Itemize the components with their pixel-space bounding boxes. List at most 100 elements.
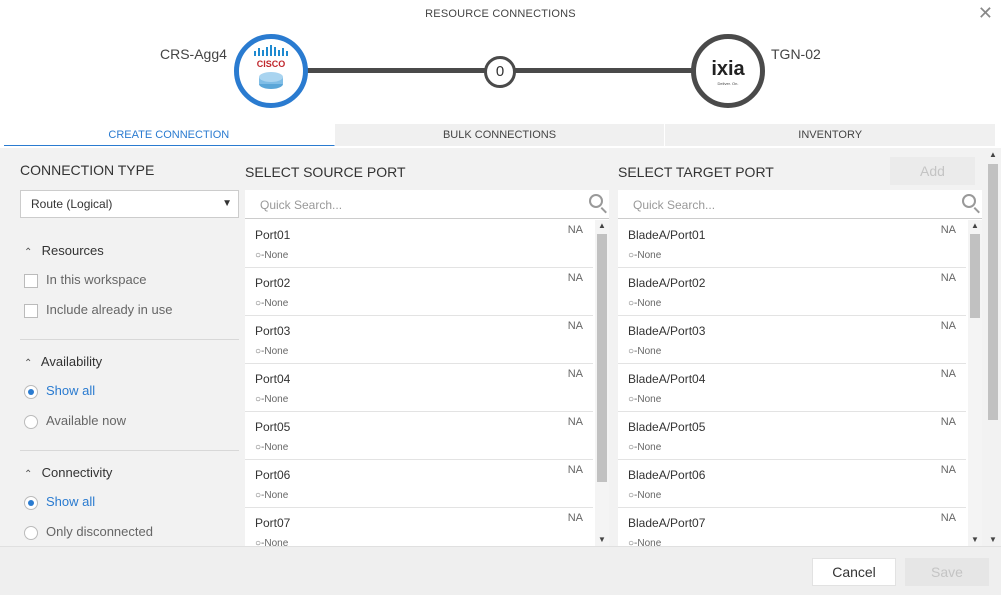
connection-type-select[interactable]: Route (Logical) ▼ <box>20 190 239 218</box>
target-port-row[interactable]: BladeA/Port01 NA ○-None <box>618 220 966 268</box>
connectivity-group-toggle[interactable]: ⌃ Connectivity <box>24 465 112 480</box>
radio-connectivity-only-disconnected[interactable] <box>24 525 38 540</box>
search-icon[interactable] <box>589 194 603 208</box>
link-icon: ○- <box>628 298 638 309</box>
link-icon: ○- <box>628 394 638 405</box>
scroll-up-icon[interactable]: ▲ <box>968 220 982 232</box>
port-name: Port06 <box>255 468 291 482</box>
checkbox-include-already-in-use[interactable] <box>24 303 38 318</box>
source-port-row[interactable]: Port03 NA ○-None <box>245 316 593 364</box>
port-connection: ○-None <box>255 394 289 405</box>
scroll-up-icon[interactable]: ▲ <box>595 220 609 232</box>
option-label: Show all <box>46 494 96 509</box>
source-port-panel: Quick Search... Port01 NA ○-None Port02 NA ○… <box>245 190 609 546</box>
chevron-up-icon: ⌃ <box>24 469 33 480</box>
target-port-row[interactable]: BladeA/Port02 NA ○-None <box>618 268 966 316</box>
target-port-row[interactable]: BladeA/Port03 NA ○-None <box>618 316 966 364</box>
connectivity-show-all[interactable]: Show all <box>24 494 95 510</box>
target-port-row[interactable]: BladeA/Port05 NA ○-None <box>618 412 966 460</box>
source-port-row[interactable]: Port07 NA ○-None <box>245 508 593 546</box>
dialog-footer: Cancel Save <box>0 546 1001 595</box>
target-device-node[interactable]: ixia Deliver. On. <box>691 34 765 108</box>
tab-create-connection[interactable]: CREATE CONNECTION <box>4 124 335 146</box>
availability-group-toggle[interactable]: ⌃ Availability <box>24 354 102 369</box>
target-search-input[interactable]: Quick Search... <box>618 190 982 219</box>
port-status: NA <box>567 320 583 332</box>
scroll-thumb[interactable] <box>988 164 998 420</box>
source-device-node[interactable]: CISCO <box>234 34 308 108</box>
target-port-row[interactable]: BladeA/Port04 NA ○-None <box>618 364 966 412</box>
tab-inventory[interactable]: INVENTORY <box>665 124 997 146</box>
port-status: NA <box>567 224 583 236</box>
link-icon: ○- <box>255 298 265 309</box>
tab-bulk-connections[interactable]: BULK CONNECTIONS <box>335 124 666 146</box>
port-status: NA <box>567 272 583 284</box>
target-device-label: TGN-02 <box>771 46 821 62</box>
source-device-label: CRS-Agg4 <box>160 46 227 62</box>
source-port-row[interactable]: Port01 NA ○-None <box>245 220 593 268</box>
resources-title: Resources <box>41 243 104 258</box>
source-search-input[interactable]: Quick Search... <box>245 190 609 219</box>
scroll-thumb[interactable] <box>597 234 607 482</box>
source-port-row[interactable]: Port04 NA ○-None <box>245 364 593 412</box>
availability-title: Availability <box>40 354 103 369</box>
port-status: NA <box>940 464 956 476</box>
port-connection: ○-None <box>628 394 662 405</box>
connectivity-only-disconnected[interactable]: Only disconnected <box>24 524 153 540</box>
port-name: Port04 <box>255 372 291 386</box>
source-scrollbar[interactable]: ▲ ▼ <box>595 220 609 546</box>
port-name: BladeA/Port06 <box>628 468 706 482</box>
availability-show-all[interactable]: Show all <box>24 383 95 399</box>
connection-line-right <box>514 68 694 73</box>
port-connection: ○-None <box>255 346 289 357</box>
option-in-this-workspace[interactable]: In this workspace <box>24 272 146 288</box>
port-connection: ○-None <box>628 250 662 261</box>
panel-scrollbar[interactable]: ▲ ▼ <box>987 148 999 546</box>
target-scrollbar[interactable]: ▲ ▼ <box>968 220 982 546</box>
source-port-row[interactable]: Port02 NA ○-None <box>245 268 593 316</box>
scroll-down-icon[interactable]: ▼ <box>968 534 982 546</box>
link-icon: ○- <box>628 442 638 453</box>
scroll-down-icon[interactable]: ▼ <box>595 534 609 546</box>
radio-connectivity-show-all[interactable] <box>24 495 38 510</box>
option-label: Available now <box>46 413 126 428</box>
target-port-row[interactable]: BladeA/Port06 NA ○-None <box>618 460 966 508</box>
save-button[interactable]: Save <box>905 558 989 586</box>
add-button[interactable]: Add <box>890 157 975 185</box>
link-icon: ○- <box>255 538 265 546</box>
option-label: Show all <box>46 383 96 398</box>
source-port-row[interactable]: Port06 NA ○-None <box>245 460 593 508</box>
link-icon: ○- <box>628 346 638 357</box>
cancel-button[interactable]: Cancel <box>812 558 896 586</box>
scroll-up-icon[interactable]: ▲ <box>987 150 999 159</box>
scroll-thumb[interactable] <box>970 234 980 318</box>
source-port-row[interactable]: Port05 NA ○-None <box>245 412 593 460</box>
port-connection: ○-None <box>255 442 289 453</box>
search-icon[interactable] <box>962 194 976 208</box>
link-icon: ○- <box>628 490 638 501</box>
port-status: NA <box>940 368 956 380</box>
scroll-down-icon[interactable]: ▼ <box>987 535 999 544</box>
checkbox-in-this-workspace[interactable] <box>24 273 38 288</box>
radio-availability-available-now[interactable] <box>24 414 38 429</box>
radio-availability-show-all[interactable] <box>24 384 38 399</box>
port-connection: ○-None <box>255 298 289 309</box>
port-name: BladeA/Port05 <box>628 420 706 434</box>
tab-bar: CREATE CONNECTION BULK CONNECTIONS INVEN… <box>4 124 997 146</box>
availability-available-now[interactable]: Available now <box>24 413 126 429</box>
port-status: NA <box>567 464 583 476</box>
option-include-already-in-use[interactable]: Include already in use <box>24 302 172 318</box>
port-name: Port05 <box>255 420 291 434</box>
port-status: NA <box>567 512 583 524</box>
target-port-row[interactable]: BladeA/Port07 NA ○-None <box>618 508 966 546</box>
connectivity-title: Connectivity <box>41 465 113 480</box>
port-name: Port07 <box>255 516 291 530</box>
link-icon: ○- <box>255 250 265 261</box>
resources-group-toggle[interactable]: ⌃ Resources <box>24 243 104 258</box>
close-icon[interactable]: ✕ <box>978 4 993 22</box>
target-search-placeholder: Quick Search... <box>633 198 716 212</box>
port-connection: ○-None <box>628 442 662 453</box>
dialog-title: RESOURCE CONNECTIONS <box>425 8 576 20</box>
port-status: NA <box>567 416 583 428</box>
port-name: BladeA/Port04 <box>628 372 706 386</box>
